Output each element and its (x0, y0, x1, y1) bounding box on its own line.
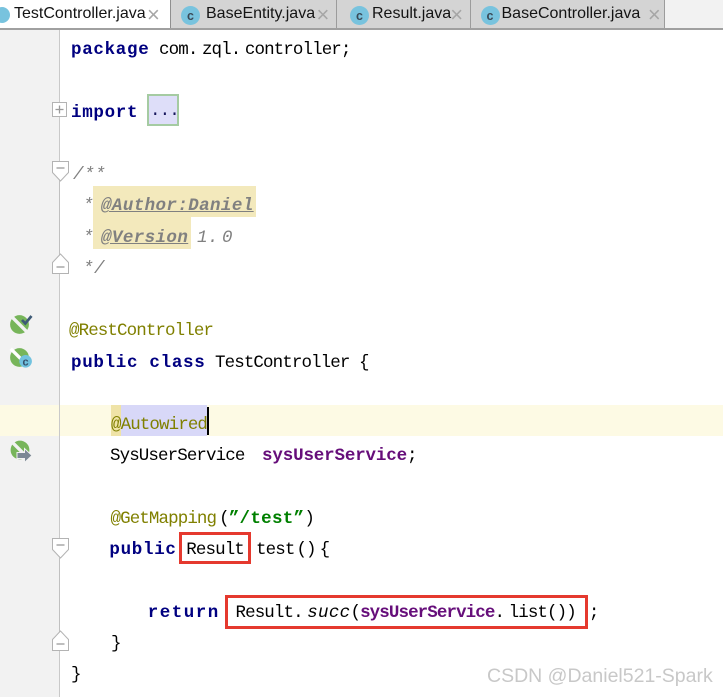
svg-text:c: c (23, 356, 29, 368)
